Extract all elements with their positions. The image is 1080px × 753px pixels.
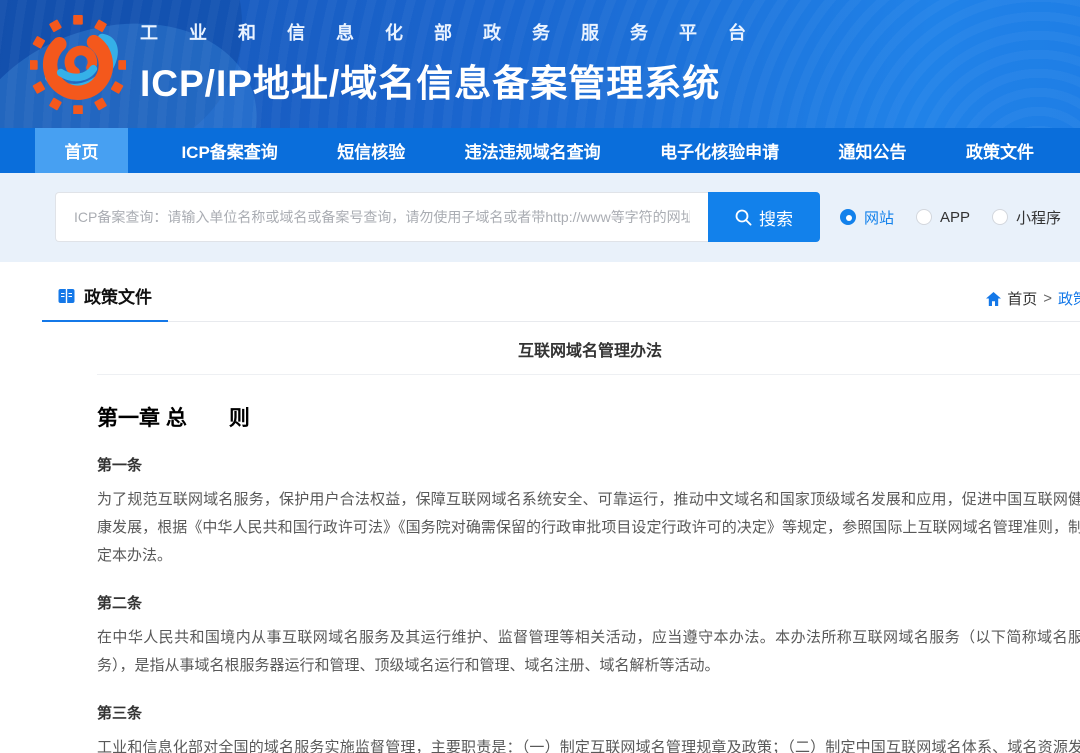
search-icon xyxy=(735,209,752,226)
icp-search-input[interactable] xyxy=(55,192,708,242)
section-header: 政策文件 首页 > 政策文件 xyxy=(42,262,1080,322)
home-icon xyxy=(986,292,1001,306)
article-text: 工业和信息化部对全国的域名服务实施监督管理，主要职责是：（一）制定互联网域名管理… xyxy=(97,734,1080,753)
article-text: 在中华人民共和国境内从事互联网域名服务及其运行维护、监督管理等相关活动，应当遵守… xyxy=(97,624,1080,680)
breadcrumb-home[interactable]: 首页 xyxy=(1007,288,1037,309)
browser-viewport: 工业和信息化部政务服务平台 ICP/IP地址/域名信息备案管理系统 首页 ICP… xyxy=(0,0,1080,753)
policy-document: 互联网域名管理办法 第一章 总 则 第一条 为了规范互联网域名服务，保护用户合法… xyxy=(97,337,1080,753)
radio-dot-icon xyxy=(992,209,1008,225)
document-title: 互联网域名管理办法 xyxy=(97,337,1080,375)
tab-policy-documents[interactable]: 政策文件 xyxy=(42,275,168,322)
radio-app[interactable]: APP xyxy=(916,209,970,226)
page: 工业和信息化部政务服务平台 ICP/IP地址/域名信息备案管理系统 首页 ICP… xyxy=(0,0,1080,753)
search-button[interactable]: 搜索 xyxy=(708,192,820,242)
article-heading: 第一条 xyxy=(97,454,1080,475)
article-2: 第二条 在中华人民共和国境内从事互联网域名服务及其运行维护、监督管理等相关活动，… xyxy=(97,592,1080,680)
nav-item-icp-query[interactable]: ICP备案查询 xyxy=(175,128,283,173)
radio-website-label: 网站 xyxy=(864,207,894,228)
nav-item-policy-docs[interactable]: 政策文件 xyxy=(960,128,1040,173)
article-text: 为了规范互联网域名服务，保护用户合法权益，保障互联网域名系统安全、可靠运行，推动… xyxy=(97,486,1080,570)
header-inner: 工业和信息化部政务服务平台 ICP/IP地址/域名信息备案管理系统 xyxy=(0,0,1080,114)
policy-doc-icon xyxy=(58,288,75,304)
breadcrumb-separator: > xyxy=(1043,290,1052,307)
search-section: 搜索 网站 APP 小程序 快应用 xyxy=(0,173,1080,262)
header-titles: 工业和信息化部政务服务平台 ICP/IP地址/域名信息备案管理系统 xyxy=(140,19,777,107)
radio-app-label: APP xyxy=(940,209,970,226)
breadcrumb-current[interactable]: 政策文件 xyxy=(1058,288,1080,309)
radio-mini-program-label: 小程序 xyxy=(1016,207,1061,228)
nav-item-notices[interactable]: 通知公告 xyxy=(833,128,913,173)
section-title: 政策文件 xyxy=(84,283,152,308)
platform-title: 工业和信息化部政务服务平台 xyxy=(140,19,777,45)
search-row: 搜索 网站 APP 小程序 快应用 xyxy=(0,173,1080,242)
article-3: 第三条 工业和信息化部对全国的域名服务实施监督管理，主要职责是：（一）制定互联网… xyxy=(97,702,1080,753)
article-heading: 第二条 xyxy=(97,592,1080,613)
radio-dot-icon xyxy=(840,209,856,225)
miit-gear-e-logo xyxy=(30,12,126,114)
article-1: 第一条 为了规范互联网域名服务，保护用户合法权益，保障互联网域名系统安全、可靠运… xyxy=(97,454,1080,570)
breadcrumb: 首页 > 政策文件 xyxy=(986,288,1080,321)
site-header: 工业和信息化部政务服务平台 ICP/IP地址/域名信息备案管理系统 xyxy=(0,0,1080,128)
system-title: ICP/IP地址/域名信息备案管理系统 xyxy=(140,53,777,107)
article-heading: 第三条 xyxy=(97,702,1080,723)
nav-item-electronic-verify[interactable]: 电子化核验申请 xyxy=(654,128,785,173)
search-type-radio-group: 网站 APP 小程序 快应用 xyxy=(840,207,1080,228)
main-nav: 首页 ICP备案查询 短信核验 违法违规域名查询 电子化核验申请 通知公告 政策… xyxy=(0,128,1080,173)
nav-item-illegal-domain-query[interactable]: 违法违规域名查询 xyxy=(459,128,607,173)
search-button-label: 搜索 xyxy=(759,205,793,230)
nav-item-home[interactable]: 首页 xyxy=(35,128,128,173)
nav-item-sms-verify[interactable]: 短信核验 xyxy=(331,128,411,173)
chapter-heading: 第一章 总 则 xyxy=(97,402,1080,432)
radio-dot-icon xyxy=(916,209,932,225)
radio-website[interactable]: 网站 xyxy=(840,207,894,228)
content-area: 政策文件 首页 > 政策文件 互联网域名管理办法 第一章 总 则 第一条 为了规… xyxy=(0,262,1080,753)
radio-mini-program[interactable]: 小程序 xyxy=(992,207,1061,228)
